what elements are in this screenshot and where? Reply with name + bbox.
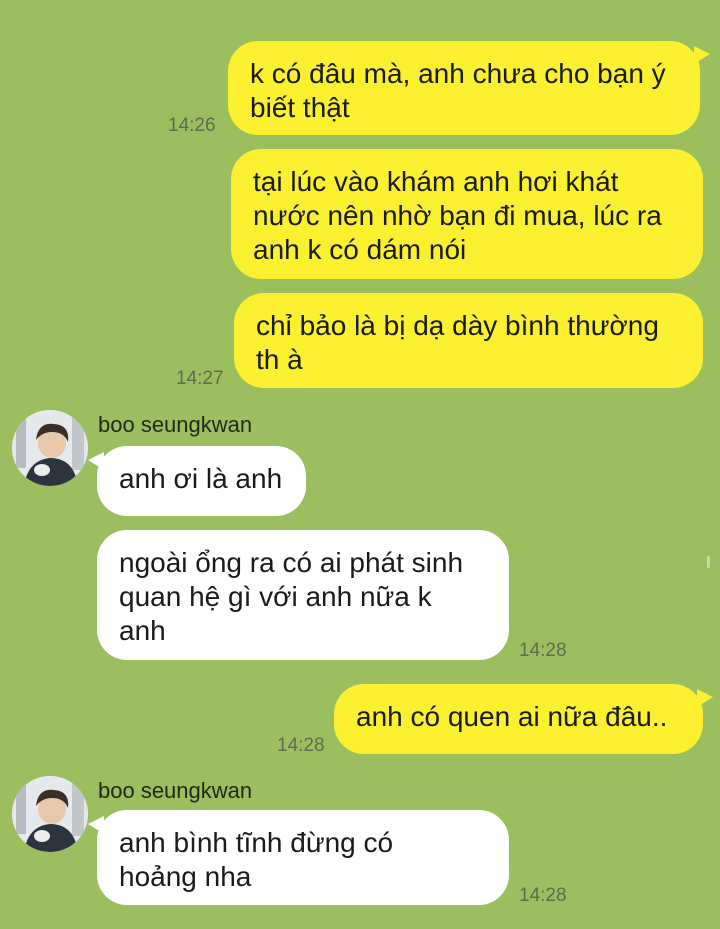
sender-name: boo seungkwan	[98, 412, 253, 437]
outgoing-message-bubble[interactable]: tại lúc vào khám anh hơi khát nước nên n…	[231, 149, 703, 279]
outgoing-message-bubble[interactable]: chỉ bảo là bị dạ dày bình thường th à	[234, 293, 703, 388]
incoming-message-bubble[interactable]: anh ơi là anh	[97, 446, 306, 516]
contact-avatar[interactable]	[12, 776, 88, 852]
outgoing-message-bubble[interactable]: k có đâu mà, anh chưa cho bạn ý biết thậ…	[228, 41, 700, 135]
message-timestamp: 14:28	[519, 885, 567, 906]
bubble-tail	[694, 46, 710, 64]
incoming-message-bubble[interactable]: ngoài ổng ra có ai phát sinh quan hệ gì …	[97, 530, 509, 660]
sender-name: boo seungkwan	[98, 778, 253, 803]
bubble-tail	[88, 816, 104, 834]
message-timestamp: 14:26	[168, 115, 216, 136]
avatar-photo	[12, 776, 88, 852]
contact-avatar[interactable]	[12, 410, 88, 486]
message-timestamp: 14:27	[176, 368, 224, 389]
scrollbar-thumb[interactable]	[707, 556, 710, 568]
avatar-photo	[12, 410, 88, 486]
outgoing-message-bubble[interactable]: anh có quen ai nữa đâu..	[334, 684, 703, 754]
message-timestamp: 14:28	[519, 640, 567, 661]
incoming-message-bubble[interactable]: anh bình tĩnh đừng có hoảng nha	[97, 810, 509, 905]
bubble-tail	[697, 689, 713, 707]
message-timestamp: 14:28	[277, 735, 325, 756]
bubble-tail	[88, 452, 104, 470]
